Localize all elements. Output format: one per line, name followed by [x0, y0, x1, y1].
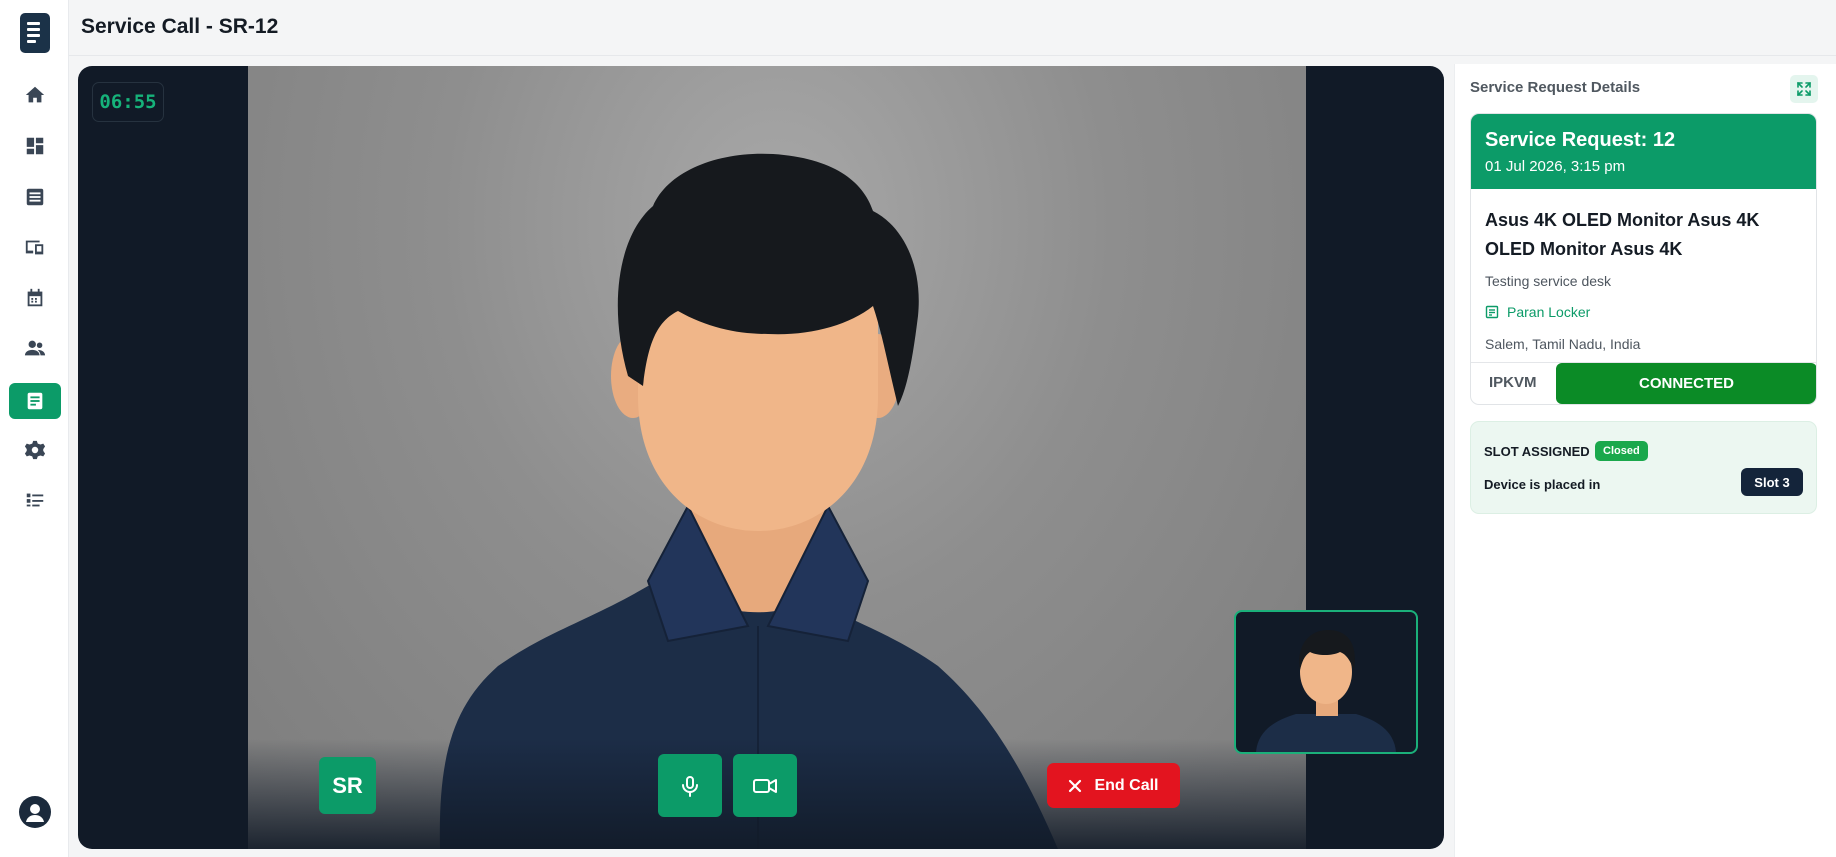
microphone-button[interactable]	[658, 754, 722, 817]
app-logo[interactable]	[20, 13, 50, 53]
sidebar-item-service-requests[interactable]	[9, 383, 61, 419]
caller-initials-avatar: SR	[319, 757, 376, 814]
sidebar	[0, 0, 69, 857]
video-call-area: 06:55 SR End Call	[78, 66, 1444, 849]
connection-type: IPKVM	[1489, 374, 1537, 391]
self-view-video[interactable]	[1234, 610, 1418, 754]
slot-card: SLOT ASSIGNED Closed Device is placed in…	[1470, 421, 1817, 514]
sidebar-item-calendar[interactable]	[9, 280, 61, 316]
sidebar-item-home[interactable]	[9, 77, 61, 113]
request-location: Salem, Tamil Nadu, India	[1485, 336, 1641, 352]
remote-participant-image	[439, 153, 1058, 849]
service-request-title: Service Request: 12	[1485, 129, 1676, 151]
sidebar-item-inventory[interactable]	[9, 179, 61, 215]
end-call-label: End Call	[1094, 776, 1159, 794]
connection-row: IPKVM CONNECTED	[1471, 362, 1816, 404]
users-icon	[24, 340, 46, 356]
camera-button[interactable]	[733, 754, 797, 817]
close-icon	[1069, 779, 1082, 792]
service-request-panel: Service Request Details Service Request:…	[1454, 64, 1836, 857]
inventory-icon	[26, 188, 44, 206]
profile-button[interactable]	[19, 796, 51, 828]
connection-status-button[interactable]: CONNECTED	[1556, 363, 1816, 404]
end-call-button[interactable]: End Call	[1047, 763, 1180, 808]
customer-name: Paran Locker	[1507, 304, 1591, 320]
customer-link[interactable]: Paran Locker	[1485, 304, 1802, 320]
service-request-card: Service Request: 12 01 Jul 2026, 3:15 pm…	[1470, 113, 1817, 405]
settings-icon	[24, 440, 46, 460]
self-view-image	[1256, 630, 1396, 752]
slot-placement-text: Device is placed in	[1484, 477, 1601, 492]
service-request-date: 01 Jul 2026, 3:15 pm	[1485, 158, 1626, 175]
remote-video-feed	[248, 66, 1306, 849]
sidebar-item-list[interactable]	[9, 482, 61, 518]
page-title: Service Call - SR-12	[81, 15, 279, 38]
home-icon	[25, 86, 45, 103]
call-timer: 06:55	[92, 82, 164, 122]
calendar-icon	[27, 288, 43, 307]
building-icon	[1485, 305, 1499, 319]
sidebar-item-dashboard[interactable]	[9, 128, 61, 164]
sidebar-item-users[interactable]	[9, 330, 61, 366]
service-request-header: Service Request: 12 01 Jul 2026, 3:15 pm	[1471, 114, 1816, 189]
devices-icon	[25, 240, 44, 255]
slot-badge: Slot 3	[1741, 468, 1803, 496]
account-circle-icon	[26, 804, 44, 822]
expand-panel-button[interactable]	[1790, 75, 1818, 103]
expand-icon	[1797, 82, 1811, 96]
sidebar-item-devices[interactable]	[9, 229, 61, 265]
microphone-icon	[682, 775, 698, 797]
service-request-icon	[27, 392, 43, 410]
product-name: Asus 4K OLED Monitor Asus 4K OLED Monito…	[1485, 210, 1760, 259]
slot-assigned-label: SLOT ASSIGNED	[1484, 444, 1590, 459]
sidebar-item-settings[interactable]	[9, 432, 61, 468]
status-badge: Closed	[1595, 441, 1648, 461]
video-camera-icon	[753, 778, 777, 793]
dashboard-icon	[26, 137, 44, 155]
top-bar: Service Call - SR-12	[69, 0, 1836, 56]
list-icon	[26, 493, 44, 507]
panel-title: Service Request Details	[1470, 79, 1641, 96]
request-description: Testing service desk	[1485, 273, 1612, 289]
